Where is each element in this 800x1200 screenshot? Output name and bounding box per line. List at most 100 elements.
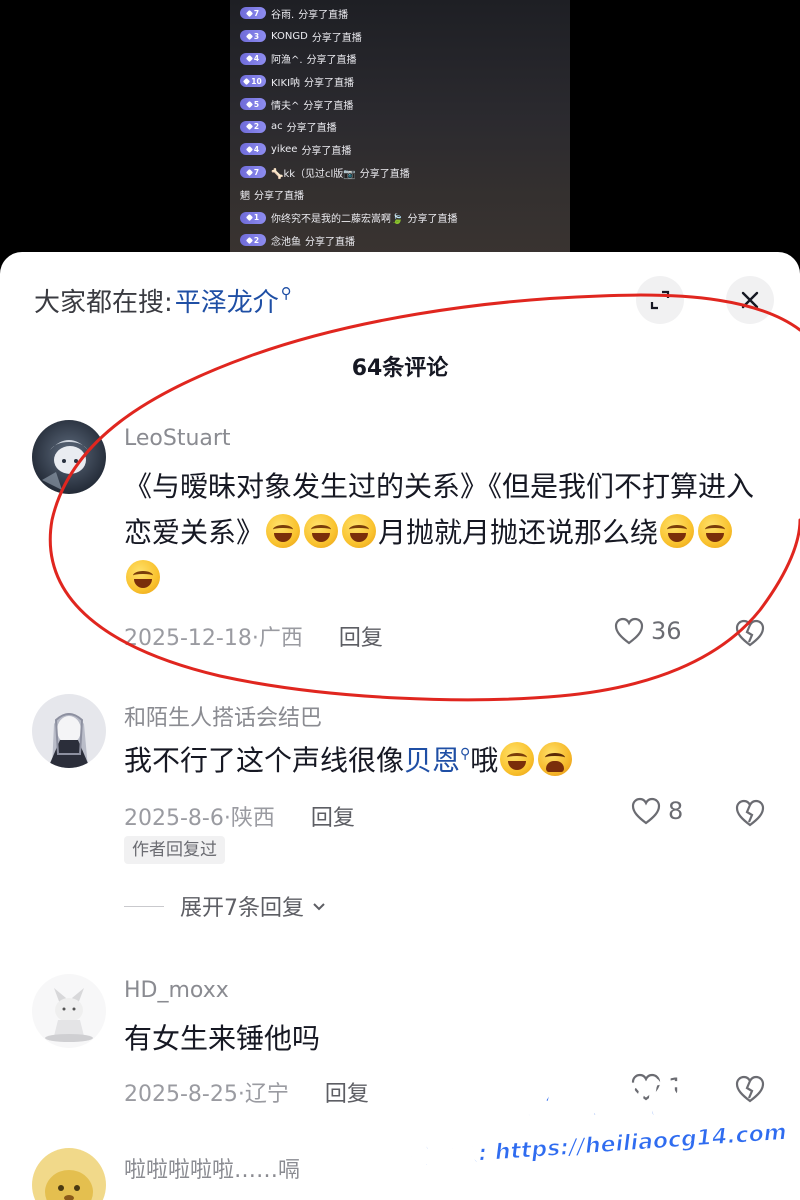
broken-heart-icon	[735, 799, 765, 827]
level-number: 2	[253, 235, 260, 245]
share-action: 分享了直播	[407, 214, 458, 226]
search-icon: ⚲	[460, 746, 471, 762]
share-user: yikee	[271, 143, 298, 155]
avatar[interactable]	[32, 420, 106, 494]
level-number: 7	[253, 167, 260, 177]
share-row: 1 你终究不是我的二藤宏嵩啊🍃 分享了直播	[240, 206, 560, 229]
reply-button[interactable]: 回复	[311, 800, 355, 832]
avatar[interactable]	[32, 694, 106, 768]
avatar[interactable]	[32, 974, 106, 1048]
share-row: 7 谷雨. 分享了直播	[240, 2, 560, 25]
search-suggestion-prefix: 大家都在搜:	[34, 288, 173, 318]
comment-username[interactable]: 啦啦啦啦啦……嗝	[124, 1152, 300, 1184]
chevron-down-icon	[313, 903, 325, 911]
share-row: 4 阿渔^. 分享了直播	[240, 47, 560, 70]
level-badge: 7	[240, 166, 266, 179]
reply-button[interactable]: 回复	[325, 1076, 369, 1108]
comment-link[interactable]: 贝恩	[404, 744, 460, 777]
share-row: 10 KIKI呐 分享了直播	[240, 70, 560, 93]
level-number: 4	[253, 54, 260, 64]
share-user: KONGD	[271, 30, 308, 42]
level-badge: 4	[240, 143, 266, 156]
gem-icon	[245, 236, 253, 244]
level-number: 7	[253, 8, 260, 18]
author-replied-badge: 作者回复过	[124, 836, 225, 864]
avatar-image	[32, 1148, 106, 1200]
comment-item: LeoStuart 《与暧昧对象发生过的关系》《但是我们不打算进入恋爱关系》 月抛…	[0, 420, 800, 660]
avatar-image	[32, 420, 106, 494]
live-video[interactable]: 7 谷雨. 分享了直播 3 KONGD 分享了直播 4 阿渔^. 分享了直播 10 KIKI呐…	[0, 0, 800, 262]
expand-replies-button[interactable]: 展开7条回复	[124, 890, 328, 922]
comment-meta: 2025-12-18·广西 回复	[124, 620, 383, 652]
divider	[124, 905, 164, 907]
level-badge: 10	[240, 75, 266, 88]
comment-count: 64条评论	[351, 356, 449, 381]
level-badge: 4	[240, 52, 266, 65]
close-button[interactable]	[726, 276, 774, 324]
share-user: KIKI呐	[271, 77, 301, 89]
gem-icon	[245, 100, 253, 108]
level-number: 3	[253, 31, 260, 41]
comment-date-location: 2025-8-25·辽宁	[124, 1082, 289, 1107]
level-number: 4	[253, 144, 260, 154]
gem-icon	[245, 123, 253, 131]
share-user: 魍	[240, 191, 250, 203]
share-row: 5 情夫^ 分享了直播	[240, 93, 560, 116]
comment-text: 《与暧昧对象发生过的关系》《但是我们不打算进入恋爱关系》 月抛就月抛还说那么绕	[124, 464, 764, 602]
comment-username[interactable]: LeoStuart	[124, 426, 231, 451]
share-action: 分享了直播	[304, 77, 355, 89]
like-count: 36	[651, 617, 682, 645]
comment-text-part: 月抛就月抛还说那么绕	[378, 516, 659, 549]
share-action: 分享了直播	[311, 32, 362, 44]
avatar[interactable]	[32, 1148, 106, 1200]
watermark-logo: 黑料吃瓜网	[493, 1077, 699, 1125]
comment-meta: 2025-8-6·陕西 回复	[124, 800, 355, 832]
comment-meta: 2025-8-25·辽宁 回复	[124, 1076, 369, 1108]
gem-icon	[245, 213, 253, 222]
comment-text: 有女生来锤他吗	[124, 1016, 764, 1062]
comment-username[interactable]: 和陌生人搭话会结巴	[124, 700, 322, 732]
level-badge: 7	[240, 7, 266, 20]
share-action: 分享了直播	[359, 168, 410, 180]
grin-emoji-icon	[342, 514, 377, 548]
search-icon: ⚲	[280, 283, 292, 302]
like-button[interactable]: 8	[630, 796, 683, 826]
grin-emoji-icon	[660, 514, 695, 548]
dislike-button[interactable]	[734, 618, 766, 652]
dislike-button[interactable]	[734, 798, 766, 832]
heart-icon	[631, 797, 661, 825]
share-row: 4 yikee 分享了直播	[240, 138, 560, 161]
share-row: 2 ac 分享了直播	[240, 115, 560, 138]
expand-icon	[650, 290, 670, 310]
comment-username[interactable]: HD_moxx	[124, 978, 229, 1003]
search-suggestion[interactable]: 大家都在搜: 平泽龙介 ⚲	[34, 282, 292, 319]
grin-emoji-icon	[698, 514, 733, 548]
crying-emoji-icon	[538, 742, 573, 776]
grin-emoji-icon	[266, 514, 301, 548]
grin-emoji-icon	[304, 514, 339, 548]
like-button[interactable]: 36	[613, 616, 682, 646]
like-count: 8	[668, 797, 684, 825]
close-icon	[741, 291, 759, 309]
watermark: 黑料吃瓜网 看完整版: https://heiliaocg14.com	[388, 1064, 798, 1194]
reply-button[interactable]: 回复	[339, 620, 383, 652]
share-user: 阿渔^.	[271, 55, 303, 67]
comment-text-part: 有女生来锤他吗	[124, 1022, 321, 1055]
expand-replies-label: 展开7条回复	[180, 896, 304, 921]
gem-icon	[245, 9, 253, 17]
share-action: 分享了直播	[286, 123, 337, 135]
share-user: ac	[271, 121, 283, 133]
avatar-image	[32, 694, 106, 768]
comment-sheet: 大家都在搜: 平泽龙介 ⚲ 64条评论 LeoStuart 《与暧昧对象发生过的…	[0, 252, 800, 1200]
gem-icon	[243, 77, 251, 85]
expand-button[interactable]	[636, 276, 684, 324]
search-suggestion-term[interactable]: 平泽龙介	[175, 282, 279, 319]
broken-heart-icon	[735, 619, 765, 647]
share-action: 分享了直播	[298, 9, 349, 21]
comment-text-part: 我不行了这个声线很像	[124, 744, 405, 777]
level-number: 1	[253, 213, 260, 223]
comment-text-part: 哦	[470, 744, 499, 777]
gem-icon	[245, 32, 253, 40]
level-badge: 3	[240, 30, 266, 43]
level-badge: 5	[240, 98, 266, 111]
